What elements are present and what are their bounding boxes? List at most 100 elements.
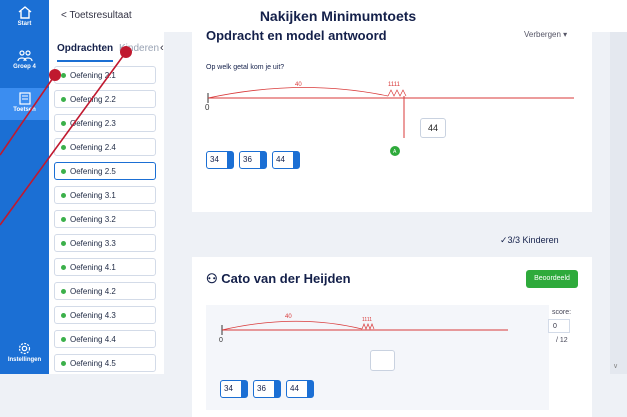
answer-choice-label: 34 [210, 155, 219, 164]
panel-tabs: Opdrachten Kinderen ‹ [53, 38, 164, 62]
completed-dot-icon [61, 169, 66, 174]
question-text: Op welk getal kom je uit? [206, 64, 285, 71]
exercise-label: Oefening 3.1 [70, 191, 116, 200]
group-icon [16, 50, 33, 62]
exercise-item[interactable]: Oefening 4.4 [54, 330, 156, 348]
exercise-item[interactable]: Oefening 2.2 [54, 90, 156, 108]
exercise-label: Oefening 3.3 [70, 239, 116, 248]
hide-toggle-label: Verbergen [524, 30, 561, 39]
document-icon [18, 92, 31, 105]
exercise-item[interactable]: Oefening 4.3 [54, 306, 156, 324]
completed-dot-icon [61, 73, 66, 78]
nav-start[interactable]: Start [0, 6, 49, 38]
nav-instellingen-label: Instellingen [7, 357, 42, 363]
hide-toggle[interactable]: Verbergen ▾ [524, 30, 567, 39]
completed-dot-icon [61, 241, 66, 246]
completed-dot-icon [61, 289, 66, 294]
drag-handle-icon[interactable] [293, 152, 299, 168]
exercise-label: Oefening 2.1 [70, 71, 116, 80]
answer-choice-chip[interactable]: 44 [286, 380, 314, 398]
completed-dot-icon [61, 337, 66, 342]
student-ticks-label: 1111 [362, 317, 372, 323]
exercise-label: Oefening 3.2 [70, 215, 116, 224]
model-answer-card: Opdracht en model antwoord Verbergen ▾ O… [192, 28, 592, 212]
student-answer-box[interactable] [370, 350, 395, 371]
home-icon [18, 6, 31, 19]
ticks-label: 1111 [388, 82, 401, 88]
exercise-item[interactable]: Oefening 2.1 [54, 66, 156, 84]
tab-kinderen[interactable]: Kinderen [119, 43, 159, 54]
model-answer-box: 44 [420, 118, 446, 138]
tab-opdrachten[interactable]: Opdrachten [57, 43, 113, 54]
kids-count: ✓3/3 Kinderen [500, 235, 559, 246]
student-line-zero: 0 [219, 337, 223, 344]
exercise-item[interactable]: Oefening 2.3 [54, 114, 156, 132]
completed-dot-icon [61, 193, 66, 198]
exercise-label: Oefening 4.2 [70, 287, 116, 296]
answer-choice-chip[interactable]: 34 [220, 380, 248, 398]
scroll-down-icon[interactable]: ∨ [613, 362, 618, 370]
student-arc-label: 40 [285, 314, 292, 320]
nav-instellingen[interactable]: Instellingen [0, 342, 49, 370]
model-heading: Opdracht en model antwoord [206, 28, 387, 43]
kids-count-label: 3/3 Kinderen [507, 235, 559, 245]
exercise-item[interactable]: Oefening 4.5 [54, 354, 156, 372]
exercise-label: Oefening 4.1 [70, 263, 116, 272]
drag-handle-icon[interactable] [307, 381, 313, 397]
check-icon: ✓ [500, 235, 508, 245]
gear-icon [18, 342, 31, 355]
drag-handle-icon[interactable] [274, 381, 280, 397]
arc-label-40: 40 [295, 82, 302, 88]
answer-choice-chip[interactable]: 44 [272, 151, 300, 169]
exercise-label: Oefening 4.4 [70, 335, 116, 344]
nav-groep[interactable]: Groep 4 [0, 50, 49, 80]
student-name: ⚇ Cato van der Heijden [206, 271, 351, 287]
page-title: Nakijken Minimumtoets [259, 8, 417, 24]
answer-choice-label: 36 [257, 384, 266, 393]
completed-dot-icon [61, 121, 66, 126]
jump-arc-1s [387, 89, 407, 97]
student-jump-arc-1s [361, 323, 375, 330]
student-jump-arc-40 [221, 320, 363, 331]
nav-toetsen-label: Toetsen [13, 107, 36, 113]
drag-handle-icon[interactable] [241, 381, 247, 397]
score-input[interactable]: 0 [548, 319, 570, 333]
exercise-item[interactable]: Oefening 2.4 [54, 138, 156, 156]
student-card: ⚇ Cato van der Heijden Beoordeeld 0 40 1… [192, 257, 592, 417]
model-number-line: 0 40 1111 A [205, 82, 574, 156]
jump-arc-40 [207, 87, 389, 99]
completed-dot-icon [61, 145, 66, 150]
exercise-item[interactable]: Oefening 3.2 [54, 210, 156, 228]
nav-start-label: Start [17, 21, 32, 27]
answer-choice-chip[interactable]: 36 [253, 380, 281, 398]
answer-choice-chip[interactable]: 36 [239, 151, 267, 169]
drag-handle-icon[interactable] [227, 152, 233, 168]
scrollbar[interactable] [610, 32, 627, 374]
score-total: / 12 [556, 337, 568, 344]
answer-choice-chip[interactable]: 34 [206, 151, 234, 169]
completed-dot-icon [61, 97, 66, 102]
answer-choice-label: 44 [290, 384, 299, 393]
completed-dot-icon [61, 217, 66, 222]
status-badge[interactable]: Beoordeeld [526, 270, 578, 288]
exercise-item[interactable]: Oefening 3.1 [54, 186, 156, 204]
tab-active-indicator [57, 60, 113, 62]
answer-choice-label: 36 [243, 155, 252, 164]
exercise-item[interactable]: Oefening 4.1 [54, 258, 156, 276]
exercise-item[interactable]: Oefening 3.3 [54, 234, 156, 252]
nav-toetsen[interactable]: Toetsen [0, 88, 49, 120]
score-label: score: [552, 309, 572, 316]
drag-handle-icon[interactable] [260, 152, 266, 168]
student-name-label: Cato van der Heijden [221, 271, 351, 286]
model-answer-value: 44 [427, 123, 438, 133]
exercise-label: Oefening 4.5 [70, 359, 116, 368]
number-line-zero: 0 [205, 103, 210, 112]
answer-choice-label: 44 [276, 155, 285, 164]
exercise-item[interactable]: Oefening 2.5 [54, 162, 156, 180]
exercise-label: Oefening 2.3 [70, 119, 116, 128]
exercise-label: Oefening 2.4 [70, 143, 116, 152]
exercise-label: Oefening 2.2 [70, 95, 116, 104]
nav-groep-label: Groep 4 [13, 64, 36, 70]
completed-dot-icon [61, 313, 66, 318]
exercise-item[interactable]: Oefening 4.2 [54, 282, 156, 300]
